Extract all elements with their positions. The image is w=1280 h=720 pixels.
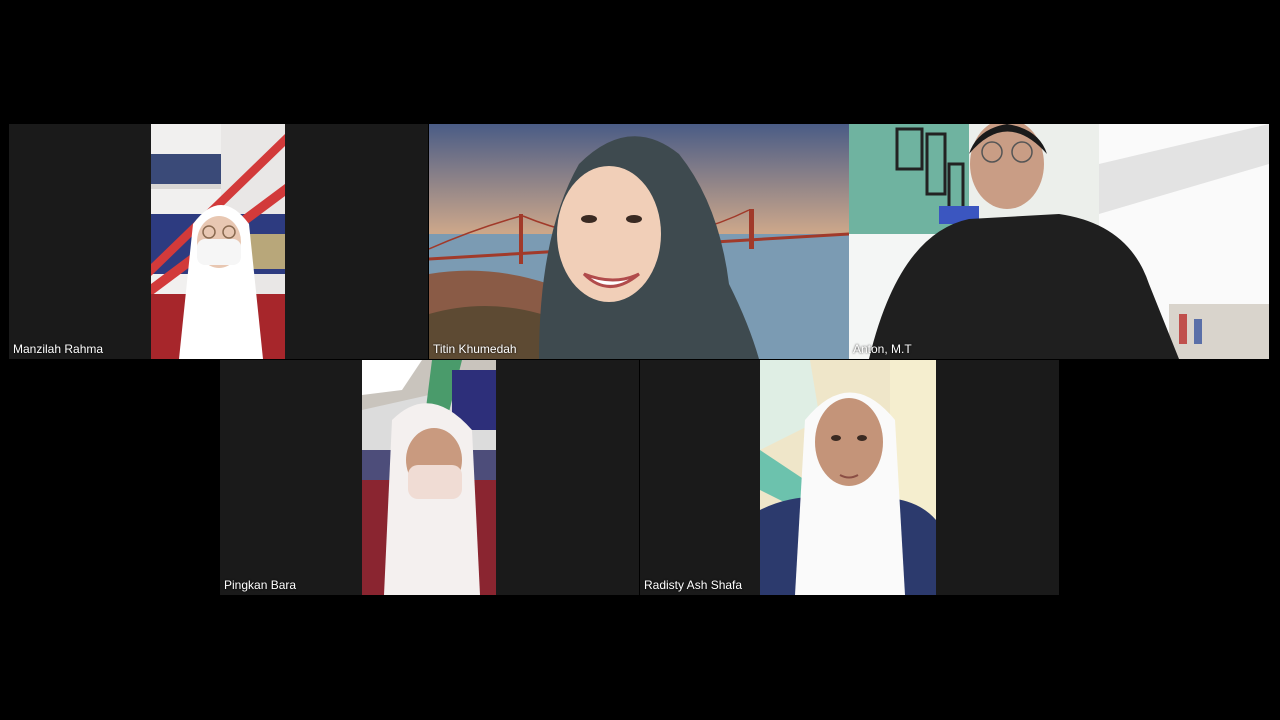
video-feed <box>849 124 1269 359</box>
video-feed <box>760 360 936 595</box>
video-tile-radisty-ash-shafa[interactable]: Radisty Ash Shafa <box>640 360 1059 595</box>
video-feed <box>429 124 849 359</box>
video-tile-titin-khumedah[interactable]: Titin Khumedah <box>429 124 849 359</box>
participant-name: Manzilah Rahma <box>13 342 104 356</box>
video-tile-anton-mt[interactable]: Anton, M.T <box>849 124 1269 359</box>
video-tile-pingkan-bara[interactable]: Pingkan Bara <box>220 360 639 595</box>
video-feed <box>151 124 285 359</box>
participant-name: Anton, M.T <box>853 342 912 356</box>
participant-name: Radisty Ash Shafa <box>644 578 743 592</box>
participant-name: Pingkan Bara <box>224 578 297 592</box>
video-tile-manzilah-rahma[interactable]: Manzilah Rahma <box>9 124 428 359</box>
video-feed <box>362 360 496 595</box>
participant-name: Titin Khumedah <box>433 342 517 356</box>
